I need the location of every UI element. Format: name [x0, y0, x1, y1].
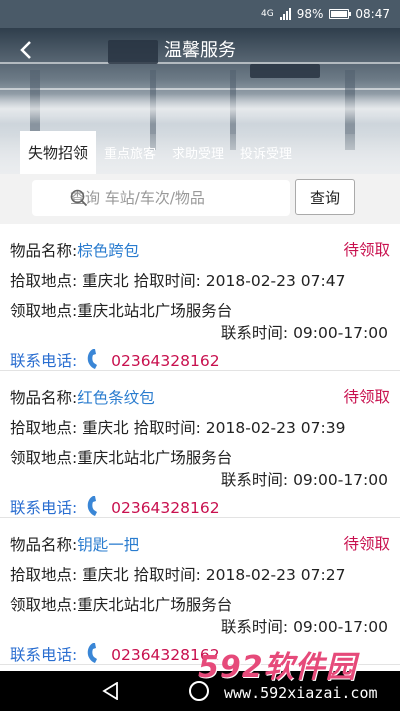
list-item[interactable]: 物品名称:棕色跨包 待领取 拾取地点: 重庆北 拾取时间: 2018-02-23… — [0, 224, 400, 371]
claim-place-label: 领取地点: — [10, 596, 78, 614]
claim-place-label: 领取地点: — [10, 449, 78, 467]
signal-icon — [279, 8, 291, 20]
nav-home-icon[interactable] — [189, 681, 209, 701]
pickup-time: 2018-02-23 07:39 — [205, 419, 346, 437]
battery-icon — [329, 9, 352, 19]
item-name: 棕色跨包 — [77, 242, 140, 260]
claim-place-label: 领取地点: — [10, 302, 78, 320]
contact-phone-label: 联系电话: — [10, 352, 78, 370]
search-bar: 查询 — [0, 174, 400, 224]
phone-icon[interactable] — [84, 642, 100, 664]
status-badge: 待领取 — [343, 241, 390, 259]
contact-time: 09:00-17:00 — [293, 471, 388, 489]
claim-place: 重庆北站北广场服务台 — [77, 596, 233, 614]
pickup-time-label: 拾取时间: — [133, 566, 201, 584]
contact-time: 09:00-17:00 — [293, 618, 388, 636]
phone-icon[interactable] — [84, 348, 100, 370]
contact-phone-label: 联系电话: — [10, 499, 78, 517]
status-badge: 待领取 — [343, 535, 390, 553]
pickup-time-label: 拾取时间: — [133, 419, 201, 437]
pickup-place: 重庆北 — [82, 272, 129, 290]
search-input[interactable] — [70, 189, 290, 207]
pickup-time: 2018-02-23 07:27 — [205, 566, 346, 584]
list-item[interactable]: 物品名称:钥匙一把 待领取 拾取地点: 重庆北 拾取时间: 2018-02-23… — [0, 518, 400, 665]
pickup-place-label: 拾取地点: — [10, 566, 78, 584]
item-name: 钥匙一把 — [77, 536, 140, 554]
phone-icon[interactable] — [84, 495, 100, 517]
pickup-time: 2018-02-23 07:47 — [205, 272, 346, 290]
clock: 08:47 — [355, 7, 390, 21]
phone-number[interactable]: 02364328162 — [111, 499, 219, 517]
pickup-time-label: 拾取时间: — [133, 272, 201, 290]
page-title: 温馨服务 — [164, 40, 236, 61]
search-icon — [70, 189, 88, 207]
phone-number[interactable]: 02364328162 — [111, 646, 219, 664]
item-name: 红色条纹包 — [77, 389, 155, 407]
tab-complaints[interactable]: 投诉受理 — [232, 131, 300, 174]
search-button[interactable]: 查询 — [295, 179, 355, 215]
item-name-label: 物品名称: — [10, 242, 78, 260]
status-badge: 待领取 — [343, 388, 390, 406]
contact-time-label: 联系时间: — [220, 618, 289, 636]
lost-items-list: 物品名称:棕色跨包 待领取 拾取地点: 重庆北 拾取时间: 2018-02-23… — [0, 224, 400, 671]
contact-time: 09:00-17:00 — [293, 324, 388, 342]
nav-back-icon[interactable] — [102, 682, 120, 700]
pickup-place: 重庆北 — [82, 566, 129, 584]
pickup-place-label: 拾取地点: — [10, 272, 78, 290]
status-bar: 4G 98% 08:47 — [0, 0, 400, 28]
system-nav-bar — [0, 671, 400, 711]
list-item[interactable]: 物品名称:红色条纹包 待领取 拾取地点: 重庆北 拾取时间: 2018-02-2… — [0, 371, 400, 518]
network-type: 4G — [261, 9, 274, 19]
contact-time-label: 联系时间: — [220, 471, 289, 489]
tab-help-requests[interactable]: 求助受理 — [164, 131, 232, 174]
phone-number[interactable]: 02364328162 — [111, 352, 219, 370]
pickup-place: 重庆北 — [82, 419, 129, 437]
screen: 4G 98% 08:47 温馨服务 失物招领 重点旅客 求助受理 投诉受理 查询… — [0, 0, 400, 711]
battery-percent: 98% — [296, 7, 324, 21]
tab-lost-found[interactable]: 失物招领 — [20, 131, 97, 174]
contact-time-label: 联系时间: — [220, 324, 289, 342]
pickup-place-label: 拾取地点: — [10, 419, 78, 437]
claim-place: 重庆北站北广场服务台 — [77, 302, 233, 320]
tab-key-passengers[interactable]: 重点旅客 — [96, 131, 164, 174]
item-name-label: 物品名称: — [10, 389, 78, 407]
search-box — [32, 180, 290, 216]
tab-bar: 失物招领 重点旅客 求助受理 投诉受理 — [20, 131, 300, 174]
item-name-label: 物品名称: — [10, 536, 78, 554]
contact-phone-label: 联系电话: — [10, 646, 78, 664]
claim-place: 重庆北站北广场服务台 — [77, 449, 233, 467]
